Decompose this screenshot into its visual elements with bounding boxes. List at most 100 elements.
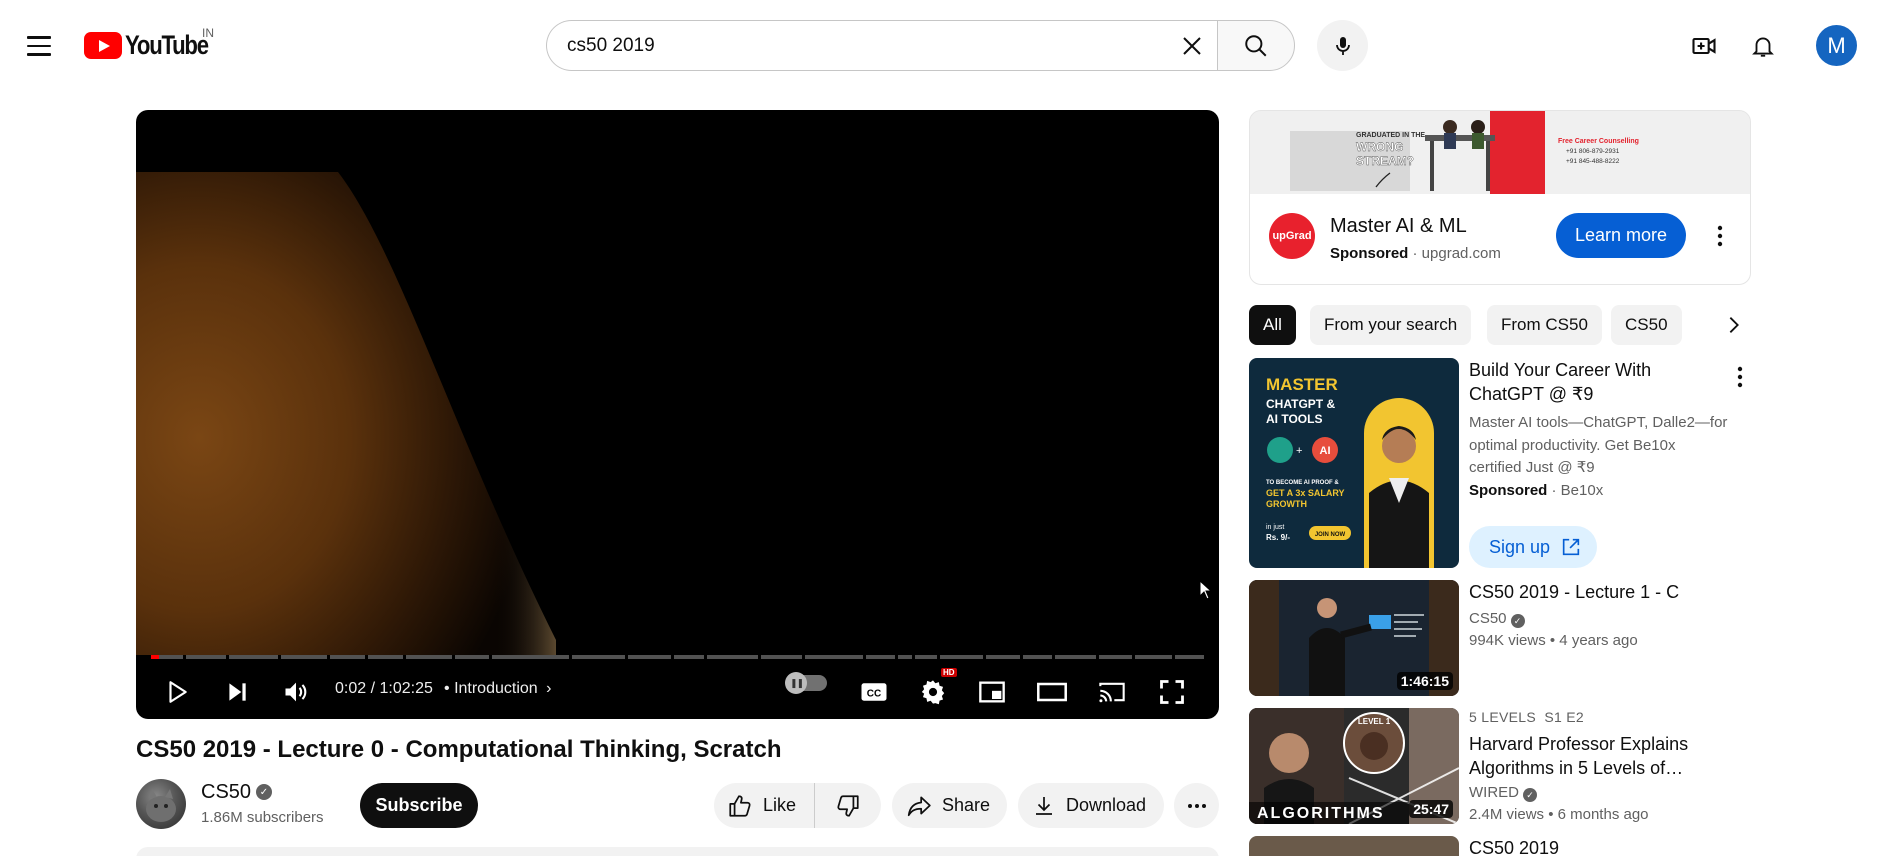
voice-search-button[interactable] [1317, 20, 1368, 71]
ad-banner-right3: +91 845-488-8222 [1566, 158, 1620, 165]
sign-up-button[interactable]: Sign up [1469, 526, 1597, 568]
video-title[interactable]: Harvard Professor Explains Algorithms in… [1469, 732, 1729, 780]
sidebar-item-video[interactable]: CS50 2019 [1249, 836, 1751, 856]
chip-cs50[interactable]: CS50 [1611, 305, 1682, 345]
description-box[interactable] [136, 847, 1219, 856]
search-input[interactable] [567, 34, 1127, 57]
dislike-button[interactable] [815, 783, 880, 828]
verified-badge-icon: ✓ [1510, 614, 1525, 628]
verified-badge-icon: ✓ [256, 784, 272, 800]
channel-avatar[interactable] [136, 779, 186, 829]
create-video-button[interactable] [1683, 25, 1725, 67]
sponsored-advertiser: · Be10x [1551, 481, 1604, 499]
item-more-icon[interactable] [1729, 362, 1751, 392]
next-button[interactable] [215, 670, 259, 714]
video-title: CS50 2019 - Lecture 0 - Computational Th… [136, 736, 782, 763]
video-thumbnail[interactable]: LEVEL 1 ALGORITHMS 25:47 [1249, 708, 1459, 824]
thumb-line6: GROWTH [1266, 499, 1307, 509]
thumb-line5: GET A 3x SALARY [1266, 488, 1345, 498]
clear-search-icon[interactable] [1175, 29, 1209, 63]
download-button[interactable]: Download [1018, 783, 1164, 828]
notifications-button[interactable] [1742, 25, 1784, 67]
cast-button[interactable] [1090, 670, 1134, 714]
miniplayer-icon [979, 681, 1005, 703]
video-channel[interactable]: CS50 ✓ [1469, 608, 1729, 630]
video-channel-name: WIRED [1469, 784, 1519, 801]
ad-more-icon[interactable] [1708, 222, 1732, 250]
volume-button[interactable] [274, 670, 318, 714]
account-avatar[interactable]: M [1816, 25, 1857, 66]
video-title[interactable]: CS50 2019 [1469, 836, 1729, 856]
ad-title[interactable]: Master AI & ML [1330, 215, 1467, 238]
chip-all[interactable]: All [1249, 305, 1296, 345]
progress-played [151, 655, 159, 659]
sign-up-label: Sign up [1489, 536, 1551, 557]
sidebar-item-video[interactable]: LEVEL 1 ALGORITHMS 25:47 5 LEVELS S1 E2 … [1249, 708, 1751, 824]
more-actions-button[interactable] [1174, 783, 1219, 828]
ad-card[interactable]: GRADUATED IN THE WRONG STREAM? Free Care… [1249, 110, 1751, 285]
download-label: Download [1066, 795, 1147, 815]
theater-mode-button[interactable] [1030, 670, 1074, 714]
miniplayer-button[interactable] [970, 670, 1014, 714]
video-age: • 4 years ago [1549, 632, 1638, 649]
video-views: 2.4M views [1469, 806, 1545, 823]
fullscreen-button[interactable] [1150, 670, 1194, 714]
video-thumbnail[interactable]: 1:46:15 [1249, 580, 1459, 696]
thumb-line8: Rs. 9/- [1266, 533, 1290, 542]
sponsored-title[interactable]: Build Your Career With ChatGPT @ ₹9 [1469, 358, 1729, 406]
more-horizontal-icon [1187, 803, 1206, 808]
ad-banner-line2: WRONG [1356, 140, 1403, 154]
chips-next-button[interactable] [1701, 305, 1751, 345]
subscriber-count: 1.86M subscribers [201, 809, 324, 826]
advertiser-logo[interactable]: upGrad [1269, 213, 1315, 259]
share-button[interactable]: Share [892, 783, 1007, 828]
thumb-line2: CHATGPT & [1266, 397, 1335, 411]
chapter-separator: • [444, 680, 450, 697]
autoplay-toggle[interactable] [785, 672, 827, 694]
ad-sponsored-label: Sponsored [1330, 245, 1409, 262]
video-title[interactable]: CS50 2019 - Lecture 1 - C [1469, 580, 1729, 604]
captions-button[interactable]: CC [852, 670, 896, 714]
video-thumbnail[interactable] [1249, 836, 1459, 856]
volume-icon [285, 682, 307, 702]
video-frame [136, 172, 556, 655]
ad-banner-line1: GRADUATED IN THE [1356, 132, 1425, 139]
video-meta: 2.4M views • 6 months ago [1469, 804, 1729, 826]
video-series: 5 LEVELS S1 E2 [1469, 709, 1585, 725]
share-icon [907, 795, 931, 816]
chapter-title[interactable]: • Introduction › [444, 680, 551, 698]
chip-from-cs50[interactable]: From CS50 [1487, 305, 1602, 345]
thumb-line1: MASTER [1266, 375, 1338, 394]
progress-bar[interactable] [151, 655, 1204, 659]
theater-icon [1037, 682, 1067, 702]
time-display: 0:02 / 1:02:25 [335, 680, 433, 697]
video-duration: 1:46:15 [1396, 672, 1453, 690]
thumb-word: ALGORITHMS [1257, 805, 1385, 822]
channel-name[interactable]: CS50 [201, 781, 251, 804]
like-button[interactable]: Like [714, 783, 815, 828]
thumb-line3: AI TOOLS [1266, 412, 1322, 426]
video-player[interactable]: 0:02 / 1:02:25 • Introduction › CC HD [136, 110, 1219, 719]
video-channel-name: CS50 [1469, 610, 1507, 627]
learn-more-button[interactable]: Learn more [1556, 213, 1686, 258]
download-icon [1036, 796, 1052, 815]
sidebar-item-sponsored[interactable]: MASTER CHATGPT & AI TOOLS + AI TO BECOME… [1249, 358, 1751, 568]
ad-meta: Sponsored · upgrad.com [1330, 245, 1501, 262]
subscribe-button[interactable]: Subscribe [360, 783, 478, 828]
country-code: IN [202, 26, 214, 40]
svg-text:CC: CC [867, 688, 881, 699]
sidebar-item-video[interactable]: 1:46:15 CS50 2019 - Lecture 1 - C CS50 ✓ … [1249, 580, 1751, 696]
thumb-level-badge: LEVEL 1 [1358, 717, 1391, 726]
search-button[interactable] [1217, 20, 1295, 71]
video-channel[interactable]: WIRED ✓ [1469, 782, 1729, 804]
youtube-logo-icon [84, 32, 122, 59]
sponsored-label: Sponsored [1469, 481, 1548, 499]
play-button[interactable] [155, 670, 199, 714]
thumb-ai: AI [1320, 445, 1331, 457]
captions-icon: CC [861, 683, 887, 701]
thumb-plus: + [1296, 445, 1302, 457]
menu-icon[interactable] [18, 25, 60, 67]
sponsored-thumbnail[interactable]: MASTER CHATGPT & AI TOOLS + AI TO BECOME… [1249, 358, 1459, 568]
like-label: Like [763, 795, 797, 815]
chip-from-your-search[interactable]: From your search [1310, 305, 1472, 345]
